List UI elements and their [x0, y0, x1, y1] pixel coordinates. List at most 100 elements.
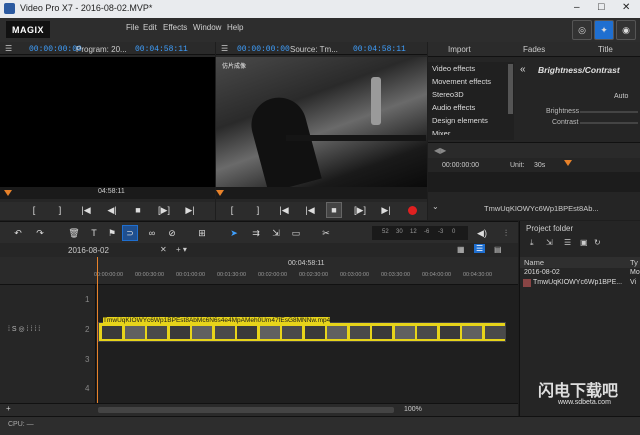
source-monitor: ☰ 00:00:00:00 Source: Tm... 00:04:58:11 …: [216, 42, 427, 220]
text-icon[interactable]: T: [86, 225, 102, 241]
ruler-tick-label: 00:00:30:00: [135, 272, 165, 278]
meter-tick: -6: [424, 229, 430, 235]
source-mark-in-button[interactable]: [: [224, 202, 240, 218]
pointer-tool-icon[interactable]: ➤: [226, 225, 242, 241]
track-number: 4: [85, 384, 90, 393]
volume-icon[interactable]: ◀): [474, 225, 490, 241]
effects-playhead[interactable]: [564, 160, 572, 166]
cut-icon[interactable]: ✂: [318, 225, 334, 241]
brightness-slider[interactable]: [580, 111, 638, 113]
tab-import[interactable]: Import: [448, 45, 471, 54]
close-tab-icon[interactable]: ✕: [160, 245, 167, 254]
source-play-button[interactable]: [▶]: [352, 202, 368, 218]
source-scrubbar[interactable]: [216, 187, 427, 199]
list-item[interactable]: TmwUqKIOWYc6Wp1BPE... Vi: [520, 279, 640, 289]
tab-fades[interactable]: Fades: [523, 45, 545, 54]
multi-select-icon[interactable]: ⇉: [248, 225, 264, 241]
menu-effects[interactable]: Effects: [163, 23, 187, 32]
play-button[interactable]: [▶]: [156, 202, 172, 218]
unit-value[interactable]: 30s: [534, 162, 545, 169]
menu-help[interactable]: Help: [227, 23, 243, 32]
source-stop-button[interactable]: ■: [326, 202, 342, 218]
source-label: Source: Tm...: [290, 45, 338, 54]
marker-flag-icon[interactable]: ⚑: [104, 225, 120, 241]
delete-icon[interactable]: 🗑: [66, 225, 82, 241]
contrast-slider[interactable]: [580, 122, 638, 124]
list-item-mixer[interactable]: Mixer: [428, 127, 514, 135]
nav-back-icon[interactable]: ◀▶: [434, 146, 446, 155]
ruler-tick-label: 00:04:00:00: [422, 272, 452, 278]
back-chevron-icon[interactable]: «: [520, 64, 526, 75]
program-playhead-marker[interactable]: [4, 190, 12, 196]
project-folder-panel: Project folder ⤓ ⇲ ☰ ▣ ↻ Name Ty 2016-08…: [519, 221, 640, 416]
range-tool-icon[interactable]: ⇲: [268, 225, 284, 241]
ripple-mode-icon[interactable]: ⊃: [122, 225, 138, 241]
source-mark-out-button[interactable]: ]: [250, 202, 266, 218]
menu-file[interactable]: File: [126, 23, 139, 32]
add-tab-icon[interactable]: + ▾: [176, 245, 187, 254]
list-item-movement-effects[interactable]: Movement effects: [428, 75, 514, 88]
stop-button[interactable]: ■: [130, 202, 146, 218]
effects-keyframe-area[interactable]: [428, 172, 640, 192]
insert-icon[interactable]: ⊞: [194, 225, 210, 241]
zoom-level[interactable]: 100%: [404, 406, 422, 413]
menu-edit[interactable]: Edit: [143, 23, 157, 32]
mixer-icon[interactable]: ⫶: [498, 225, 514, 241]
disc-icon[interactable]: ◉: [616, 20, 636, 40]
expand-down-icon[interactable]: ⌄: [432, 202, 439, 211]
list-item-design-elements[interactable]: Design elements: [428, 114, 514, 127]
next-marker-button[interactable]: ▶|: [182, 202, 198, 218]
source-prev-marker-button[interactable]: |◀: [276, 202, 292, 218]
source-step-back-button[interactable]: |◀: [302, 202, 318, 218]
ruler-tick-label: 00:01:30:00: [217, 272, 247, 278]
unit-label: Unit:: [510, 162, 525, 169]
step-back-button[interactable]: ◀|: [104, 202, 120, 218]
ruler-tick-label: 00:01:00:00: [176, 272, 206, 278]
export-icon[interactable]: ⇲: [546, 238, 553, 247]
meter-tick: -3: [438, 229, 444, 235]
storyboard-view-icon[interactable]: ▦: [457, 245, 465, 254]
track-controls-icon[interactable]: ⁞ S ◎ ⁞ ⁞ ⁞ ⁞: [8, 325, 40, 333]
tab-title[interactable]: Title: [598, 45, 613, 54]
menu-window[interactable]: Window: [193, 23, 221, 32]
new-folder-icon[interactable]: ▣: [580, 238, 588, 247]
col-name-header[interactable]: Name: [524, 258, 544, 267]
effects-mode-icon[interactable]: ✦: [594, 20, 614, 40]
timeline-view-icon[interactable]: ☰: [474, 244, 486, 253]
list-item-audio-effects[interactable]: Audio effects: [428, 101, 514, 114]
trim-tool-icon[interactable]: ▭: [288, 225, 304, 241]
mark-out-button[interactable]: ]: [52, 202, 68, 218]
project-tab[interactable]: 2016-08-02: [68, 246, 109, 255]
video-clip[interactable]: TmwUqKIOWYc6Wp1BPEst8AbMc6N6s4e4MpAMeh0U…: [98, 317, 506, 342]
scene-view-icon[interactable]: ▤: [494, 245, 502, 254]
list-item[interactable]: 2016-08-02 Mo: [520, 269, 640, 279]
record-button[interactable]: [404, 202, 420, 218]
cd-export-icon[interactable]: ◎: [572, 20, 592, 40]
clip-thumbnail: [282, 326, 302, 339]
program-scrubbar[interactable]: 04:58:11: [0, 187, 215, 199]
link-icon[interactable]: ∞: [144, 225, 160, 241]
timeline-ruler[interactable]: 00:04:58:11 00:00:00:00 00:00:30:00 00:01:…: [0, 257, 518, 285]
source-playhead-marker[interactable]: [216, 190, 224, 196]
list-item-video-effects[interactable]: Video effects: [428, 62, 514, 75]
refresh-icon[interactable]: ↻: [594, 238, 601, 247]
prev-marker-button[interactable]: |◀: [78, 202, 94, 218]
add-track-icon[interactable]: +: [6, 404, 11, 413]
redo-icon[interactable]: ↷: [32, 225, 48, 241]
undo-icon[interactable]: ↶: [10, 225, 26, 241]
minimize-button[interactable]: –: [574, 2, 580, 13]
col-type-header[interactable]: Ty: [630, 258, 638, 267]
import-icon[interactable]: ⤓: [530, 238, 534, 248]
list-item-stereo3d[interactable]: Stereo3D: [428, 88, 514, 101]
monitor-menu-icon[interactable]: ☰: [5, 44, 12, 53]
unlink-icon[interactable]: ⊘: [164, 225, 180, 241]
effects-scrollbar[interactable]: [508, 64, 513, 114]
auto-label[interactable]: Auto: [614, 93, 628, 100]
source-next-marker-button[interactable]: ▶|: [378, 202, 394, 218]
list-view-icon[interactable]: ☰: [564, 238, 571, 247]
horizontal-scrollbar[interactable]: [98, 407, 394, 413]
source-menu-icon[interactable]: ☰: [221, 44, 228, 53]
close-button[interactable]: ✕: [622, 2, 630, 13]
mark-in-button[interactable]: [: [26, 202, 42, 218]
maximize-button[interactable]: □: [598, 1, 605, 13]
